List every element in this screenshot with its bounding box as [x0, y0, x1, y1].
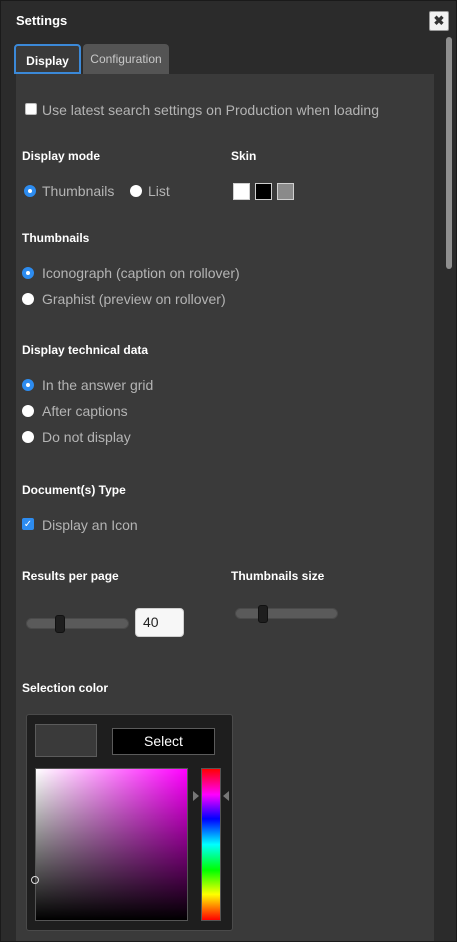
radio-graphist[interactable]: [22, 293, 34, 305]
display-icon-label: Display an Icon: [42, 517, 138, 533]
hue-arrow-right-icon: [223, 791, 229, 801]
radio-thumbnails-label: Thumbnails: [42, 183, 115, 199]
use-latest-checkbox[interactable]: [25, 103, 37, 115]
tab-configuration[interactable]: Configuration: [83, 44, 169, 74]
select-color-button[interactable]: Select: [112, 728, 215, 755]
use-latest-label: Use latest search settings on Production…: [42, 102, 379, 118]
skin-heading: Skin: [231, 149, 257, 163]
radio-list[interactable]: [130, 185, 142, 197]
close-button[interactable]: ✖: [429, 11, 449, 31]
thumbnails-heading: Thumbnails: [22, 231, 90, 245]
color-preview: [35, 724, 97, 757]
radio-iconograph[interactable]: [22, 267, 34, 279]
hue-slider[interactable]: [201, 768, 221, 921]
radio-after-captions-label: After captions: [42, 403, 128, 419]
hue-arrow-left-icon: [193, 791, 199, 801]
radio-do-not-display-label: Do not display: [42, 429, 131, 445]
skin-swatch-white[interactable]: [233, 183, 250, 200]
settings-window: Settings ✖ Display Configuration Use lat…: [0, 0, 457, 942]
skin-swatch-black[interactable]: [255, 183, 272, 200]
document-type-heading: Document(s) Type: [22, 483, 126, 497]
selection-color-heading: Selection color: [22, 681, 109, 695]
radio-list-label: List: [148, 183, 170, 199]
thumbnails-size-slider-handle[interactable]: [258, 605, 268, 623]
results-per-page-slider-handle[interactable]: [55, 615, 65, 633]
display-mode-heading: Display mode: [22, 149, 101, 163]
results-per-page-slider[interactable]: [26, 615, 129, 633]
thumbnails-size-heading: Thumbnails size: [231, 569, 325, 583]
skin-swatch-grey[interactable]: [277, 183, 294, 200]
color-picker: Select: [26, 714, 233, 931]
thumbnails-size-slider[interactable]: [235, 605, 338, 623]
radio-graphist-label: Graphist (preview on rollover): [42, 291, 226, 307]
radio-after-captions[interactable]: [22, 405, 34, 417]
saturation-value-cursor[interactable]: [31, 876, 39, 884]
results-per-page-heading: Results per page: [22, 569, 119, 583]
saturation-value-area[interactable]: [31, 768, 188, 921]
results-per-page-input[interactable]: 40: [135, 608, 184, 637]
radio-thumbnails[interactable]: [24, 185, 36, 197]
close-icon: ✖: [433, 13, 445, 28]
scrollbar[interactable]: [445, 35, 453, 937]
radio-answer-grid[interactable]: [22, 379, 34, 391]
radio-iconograph-label: Iconograph (caption on rollover): [42, 265, 240, 281]
technical-data-heading: Display technical data: [22, 343, 149, 357]
radio-do-not-display[interactable]: [22, 431, 34, 443]
display-icon-checkbox[interactable]: ✓: [22, 518, 34, 530]
tab-display[interactable]: Display: [14, 44, 81, 74]
window-title: Settings: [16, 13, 68, 28]
radio-answer-grid-label: In the answer grid: [42, 377, 154, 393]
scrollbar-thumb[interactable]: [446, 37, 452, 269]
